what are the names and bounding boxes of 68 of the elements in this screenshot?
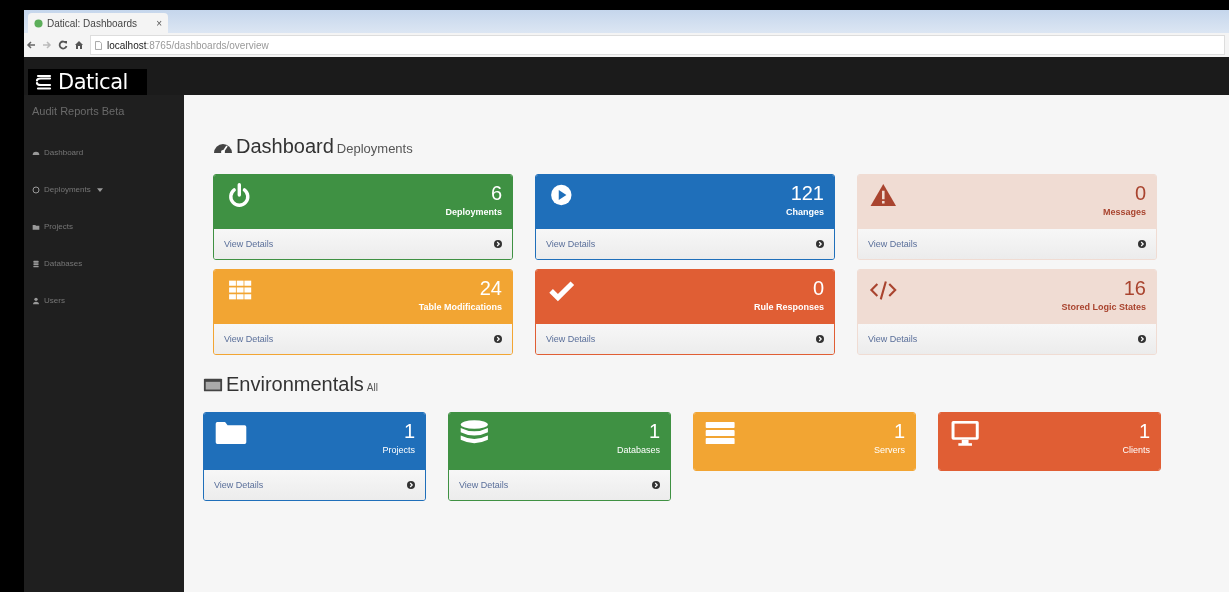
sidebar-item[interactable]: Users bbox=[32, 282, 184, 319]
section-title: Dashboard bbox=[236, 135, 334, 158]
card-count: 6 bbox=[490, 181, 502, 205]
database-icon bbox=[32, 259, 40, 268]
arrow-circle-icon bbox=[816, 335, 824, 343]
section-subtitle: Deployments bbox=[336, 141, 413, 156]
arrow-circle-icon bbox=[816, 240, 824, 248]
card-count: 1 bbox=[1138, 419, 1150, 443]
view-details-link[interactable]: View Details bbox=[214, 229, 512, 259]
servers-icon bbox=[704, 419, 738, 447]
back-icon[interactable] bbox=[26, 40, 36, 50]
card-count: 0 bbox=[812, 276, 824, 300]
card-label: Servers bbox=[874, 445, 905, 455]
view-details-link[interactable]: View Details bbox=[536, 229, 834, 259]
caret-icon bbox=[96, 187, 103, 192]
user-icon bbox=[32, 296, 40, 305]
card-count: 0 bbox=[1134, 181, 1146, 205]
view-details-link[interactable]: View Details bbox=[858, 229, 1156, 259]
arrow-circle-icon bbox=[652, 481, 660, 489]
section-title: Environmentals bbox=[226, 373, 364, 396]
card-label: Deployments bbox=[445, 207, 502, 217]
address-bar[interactable]: localhost:8765/dashboards/overview bbox=[90, 35, 1225, 55]
card-count: 1 bbox=[893, 419, 905, 443]
view-details-link[interactable]: View Details bbox=[536, 324, 834, 354]
page-icon bbox=[95, 40, 102, 50]
card-count: 16 bbox=[1123, 276, 1146, 300]
browser-tab[interactable]: Datical: Dashboards × bbox=[28, 13, 168, 33]
sidebar-item[interactable]: Databases bbox=[32, 245, 184, 282]
brand-name: Datical bbox=[58, 70, 128, 94]
section-subtitle: All bbox=[366, 382, 378, 393]
url-path: :8765/dashboards/overview bbox=[146, 39, 269, 51]
reload-icon[interactable] bbox=[58, 40, 68, 50]
view-details-link[interactable]: View Details bbox=[858, 324, 1156, 354]
card-count: 1 bbox=[648, 419, 660, 443]
arrow-circle-icon bbox=[1138, 335, 1146, 343]
arrow-circle-icon bbox=[494, 240, 502, 248]
card-label: Clients bbox=[1122, 445, 1150, 455]
card-count: 1 bbox=[403, 419, 415, 443]
stack-logo-icon bbox=[34, 73, 54, 91]
home-icon[interactable] bbox=[74, 40, 84, 50]
tab-title: Datical: Dashboards bbox=[47, 17, 139, 29]
card-label: Changes bbox=[786, 207, 824, 217]
card-count: 121 bbox=[790, 181, 824, 205]
card-label: Projects bbox=[382, 445, 415, 455]
tab-close-button[interactable]: × bbox=[156, 17, 162, 29]
view-details-link[interactable]: View Details bbox=[214, 324, 512, 354]
view-details-link[interactable]: View Details bbox=[449, 470, 670, 500]
sidebar-item[interactable]: Deployments bbox=[32, 171, 184, 208]
brand-logo[interactable]: Datical bbox=[28, 69, 147, 95]
arrow-circle-icon bbox=[407, 481, 415, 489]
favicon-icon bbox=[34, 18, 43, 28]
sidebar-item[interactable]: Dashboard bbox=[32, 134, 184, 171]
sidebar-title: Audit Reports Beta bbox=[32, 105, 126, 117]
card-label: Messages bbox=[1102, 207, 1146, 217]
card-count: 24 bbox=[479, 276, 502, 300]
circle-icon bbox=[32, 185, 40, 194]
card-label: Stored Logic States bbox=[1061, 302, 1146, 312]
arrow-circle-icon bbox=[1138, 240, 1146, 248]
url-host: localhost bbox=[107, 39, 147, 51]
folder-icon bbox=[32, 222, 40, 231]
folder-icon bbox=[214, 419, 248, 447]
sidebar-item[interactable]: Projects bbox=[32, 208, 184, 245]
card-label: Databases bbox=[616, 445, 660, 455]
card-label: Table Modifications bbox=[418, 302, 502, 312]
card-label: Rule Responses bbox=[753, 302, 824, 312]
browser-window-icon bbox=[203, 376, 223, 393]
view-details-link[interactable]: View Details bbox=[204, 470, 425, 500]
arrow-circle-icon bbox=[494, 335, 502, 343]
